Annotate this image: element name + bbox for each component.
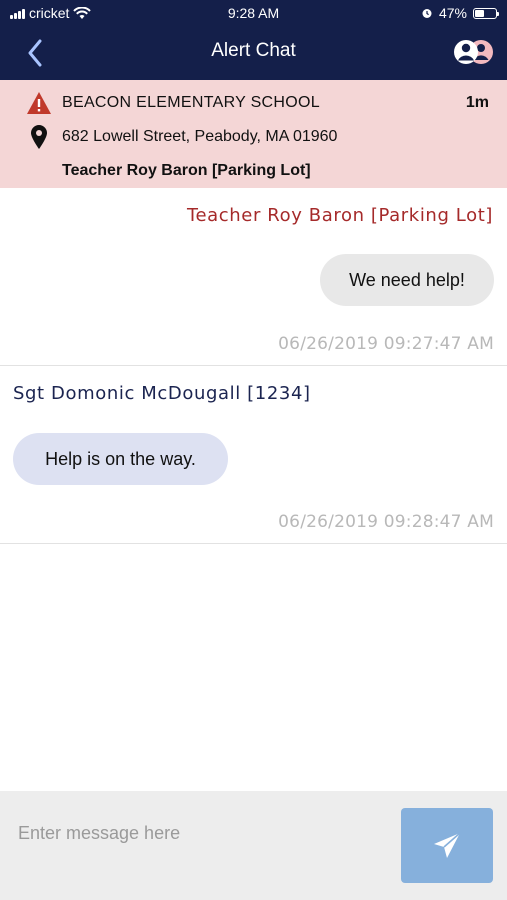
battery-icon [473, 7, 499, 19]
alert-reporter: Teacher Roy Baron [Parking Lot] [62, 162, 311, 179]
status-bar: cricket 9:28 AM 47% [0, 0, 507, 26]
participants-button[interactable] [449, 36, 497, 68]
message-bubble-incoming: Help is on the way. [13, 433, 228, 485]
nav-bar: Alert Chat [0, 26, 507, 80]
battery-fill [475, 9, 485, 17]
alert-address-row: 682 Lowell Street, Peabody, MA 01960 [26, 124, 337, 150]
battery-percent: 47% [438, 5, 467, 21]
message-divider [0, 365, 507, 366]
send-button[interactable] [401, 808, 493, 883]
message-sender: Teacher Roy Baron [Parking Lot] [186, 205, 493, 226]
alert-banner[interactable]: BEACON ELEMENTARY SCHOOL 682 Lowell Stre… [0, 80, 507, 188]
alarm-icon [422, 9, 432, 18]
send-icon [434, 831, 461, 858]
message-divider [0, 543, 507, 544]
message-input[interactable] [0, 791, 395, 900]
people-icon [454, 40, 493, 64]
location-pin-icon [26, 124, 52, 150]
message-timestamp: 06/26/2019 09:27:47 AM [278, 334, 494, 354]
message-bubble-outgoing: We need help! [320, 254, 494, 306]
message-composer [0, 791, 507, 900]
app-header: cricket 9:28 AM 47% Alert Chat [0, 0, 507, 80]
school-name: BEACON ELEMENTARY SCHOOL [62, 94, 320, 111]
battery-indicator: 47% [421, 5, 499, 21]
warning-icon [26, 90, 52, 116]
message-sender: Sgt Domonic McDougall [1234] [13, 383, 311, 404]
school-address: 682 Lowell Street, Peabody, MA 01960 [62, 128, 338, 145]
alert-age: 1m [465, 94, 489, 111]
page-title: Alert Chat [211, 40, 296, 61]
alert-school-row: BEACON ELEMENTARY SCHOOL [26, 90, 320, 116]
message-timestamp: 06/26/2019 09:28:47 AM [278, 512, 494, 532]
